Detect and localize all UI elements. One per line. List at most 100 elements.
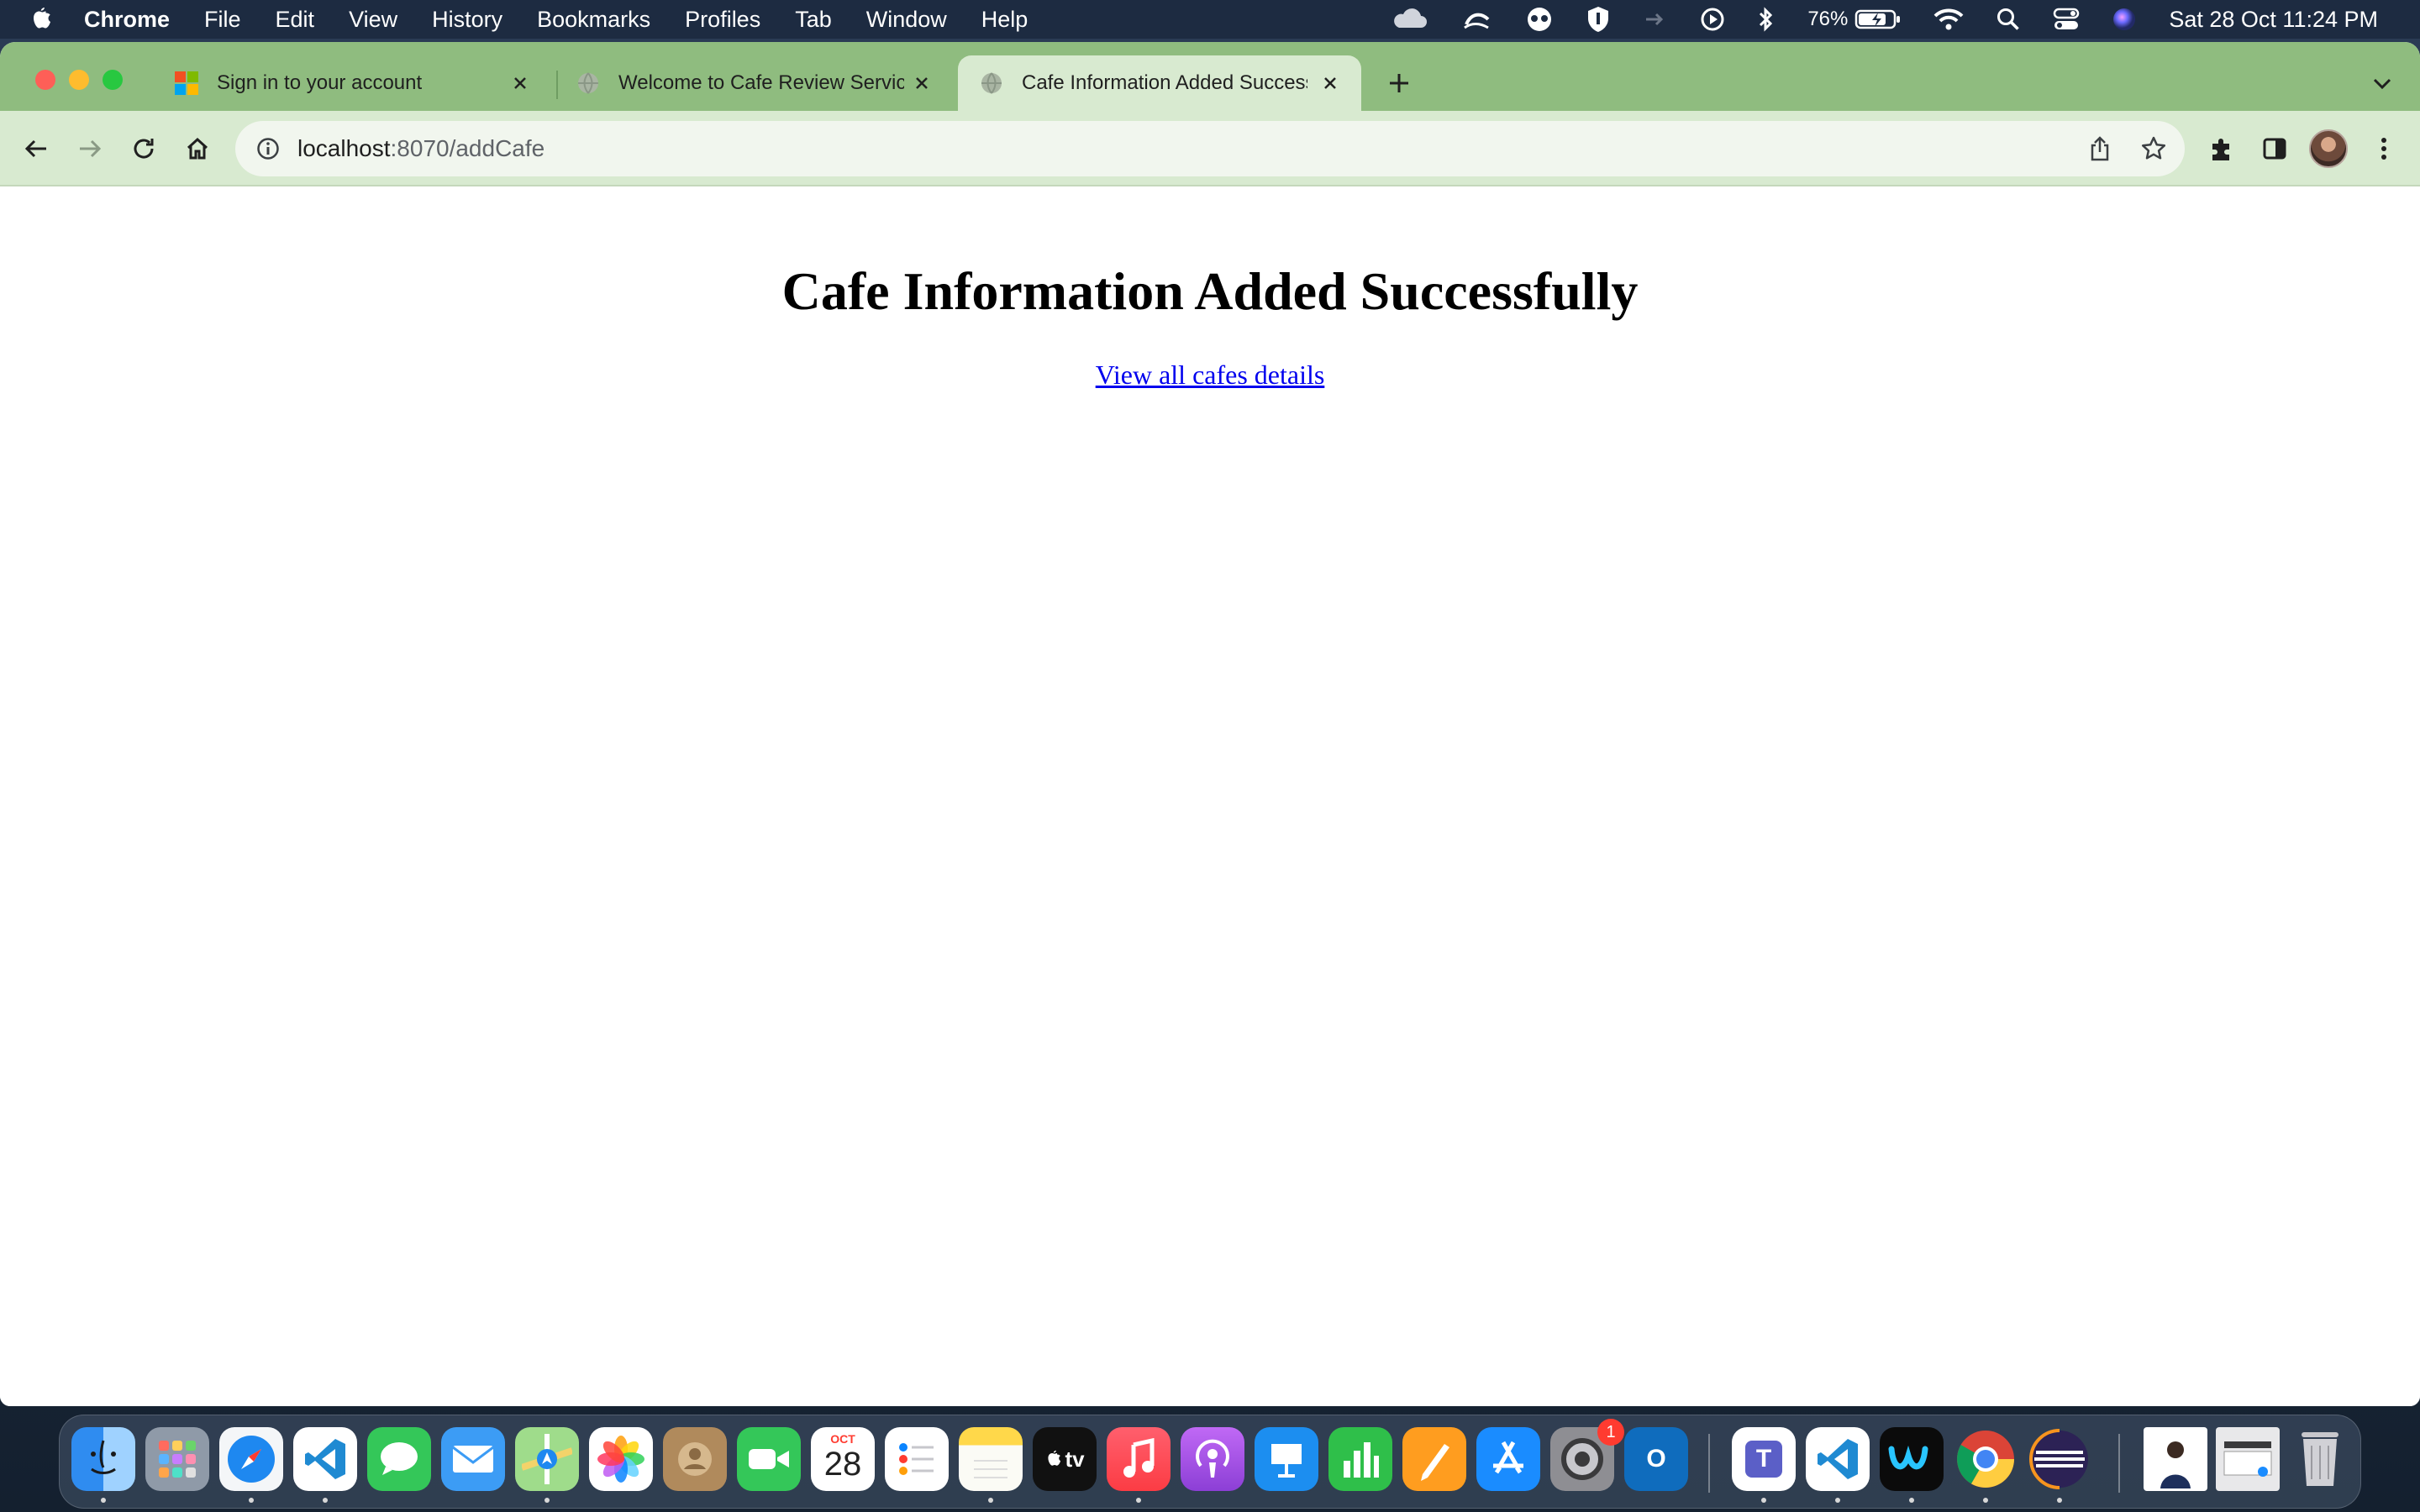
menu-file[interactable]: File [204,7,241,33]
menu-help[interactable]: Help [981,7,1028,33]
shield-icon[interactable] [1586,5,1611,34]
running-indicator [249,1498,254,1503]
cloud-icon[interactable] [1391,8,1428,31]
minimize-window-button[interactable] [69,70,89,90]
menu-bookmarks[interactable]: Bookmarks [537,7,650,33]
apple-tv-label: tv [1065,1446,1085,1472]
menu-history[interactable]: History [432,7,502,33]
menu-view[interactable]: View [349,7,397,33]
menu-window[interactable]: Window [866,7,947,33]
siri-icon[interactable] [2112,7,2137,32]
url-path: :8070/addCafe [390,135,545,161]
kebab-menu-icon[interactable] [2366,131,2402,166]
vscode-icon[interactable] [1806,1427,1870,1491]
finder-icon[interactable] [71,1427,135,1491]
search-icon[interactable] [1996,7,2021,32]
url-text[interactable]: localhost:8070/addCafe [297,135,544,162]
forward-button[interactable] [72,131,108,166]
apple-tv-icon[interactable]: tv [1033,1427,1097,1491]
running-indicator [1761,1498,1766,1503]
podcasts-icon[interactable] [1181,1427,1244,1491]
dock: OCT 28 tv 1 O T [59,1415,2361,1509]
teams-letter: T [1745,1441,1782,1478]
mail-icon[interactable] [441,1427,505,1491]
side-panel-icon[interactable] [2257,131,2292,166]
close-icon[interactable] [1319,72,1341,94]
tab-strip: Sign in to your account Welcome to Cafe … [0,42,2420,111]
chevron-down-icon[interactable] [2370,71,2395,96]
close-window-button[interactable] [35,70,55,90]
webex-icon[interactable] [1880,1427,1944,1491]
outlook-letter: O [1646,1445,1666,1473]
vscode-icon[interactable] [293,1427,357,1491]
launchpad-icon[interactable] [145,1427,209,1491]
bluetooth-icon[interactable] [1757,6,1774,33]
close-icon[interactable] [509,72,531,94]
bookmark-star-icon[interactable] [2139,134,2168,163]
screenshots-stack-icon[interactable] [2216,1427,2280,1491]
fullscreen-window-button[interactable] [103,70,123,90]
menu-app-name[interactable]: Chrome [84,7,170,33]
maps-icon[interactable] [515,1427,579,1491]
downloads-stack-icon[interactable] [2144,1427,2207,1491]
safari-icon[interactable] [219,1427,283,1491]
battery-percent: 76% [1807,8,1849,30]
arrow-icon[interactable] [1643,11,1668,28]
app-store-icon[interactable] [1476,1427,1540,1491]
notification-badge: 1 [1597,1419,1624,1446]
running-indicator [1983,1498,1988,1503]
facetime-icon[interactable] [737,1427,801,1491]
calendar-month: OCT [830,1432,855,1446]
running-indicator [544,1498,550,1503]
reminders-icon[interactable] [885,1427,949,1491]
trash-icon[interactable] [2288,1427,2352,1491]
messages-icon[interactable] [367,1427,431,1491]
keynote-icon[interactable] [1255,1427,1318,1491]
teams-icon[interactable]: T [1732,1427,1796,1491]
contacts-icon[interactable] [663,1427,727,1491]
numbers-icon[interactable] [1328,1427,1392,1491]
home-button[interactable] [180,131,215,166]
menu-profiles[interactable]: Profiles [685,7,760,33]
url-host: localhost [297,135,391,161]
control-center-icon[interactable] [2053,8,2080,31]
pages-icon[interactable] [1402,1427,1466,1491]
music-icon[interactable] [1107,1427,1171,1491]
site-info-icon[interactable] [254,134,282,163]
tab-title: Welcome to Cafe Review Service [618,71,904,94]
microsoft-logo-icon [173,70,200,97]
clock[interactable]: Sat 28 Oct 11:24 PM [2169,7,2378,33]
vpn-eye-icon[interactable] [1525,5,1554,34]
view-all-cafes-link[interactable]: View all cafes details [0,360,2420,391]
new-tab-button[interactable] [1385,69,1413,97]
eclipse-icon[interactable] [2028,1427,2091,1491]
extensions-icon[interactable] [2203,131,2238,166]
back-button[interactable] [18,131,54,166]
page-content: Cafe Information Added Successfully View… [0,186,2420,1406]
tab-welcome[interactable]: Welcome to Cafe Review Service [575,55,953,111]
battery-icon[interactable] [1854,8,1902,30]
calendar-icon[interactable]: OCT 28 [811,1427,875,1491]
running-indicator [1136,1498,1141,1503]
notes-icon[interactable] [959,1427,1023,1491]
share-icon[interactable] [2086,134,2114,163]
running-indicator [2057,1498,2062,1503]
running-indicator [1835,1498,1840,1503]
reload-button[interactable] [126,131,161,166]
menu-tab[interactable]: Tab [795,7,832,33]
outlook-icon[interactable]: O [1624,1427,1688,1491]
status-area: 76% Sat 28 Oct 11:24 PM [1359,0,2420,39]
tab-sign-in[interactable]: Sign in to your account [173,55,551,111]
play-circle-icon[interactable] [1700,7,1725,32]
wifi-icon[interactable] [1933,8,1964,31]
chrome-icon[interactable] [1954,1427,2018,1491]
photos-icon[interactable] [589,1427,653,1491]
address-bar[interactable]: localhost:8070/addCafe [235,121,2185,176]
menu-edit[interactable]: Edit [276,7,315,33]
handoff-icon[interactable] [1460,8,1493,31]
close-icon[interactable] [911,72,933,94]
profile-avatar[interactable] [2309,129,2348,168]
browser-toolbar: localhost:8070/addCafe [0,111,2420,186]
apple-menu-icon[interactable] [29,5,69,34]
tab-cafe-added[interactable]: Cafe Information Added Successfully [958,55,1361,111]
